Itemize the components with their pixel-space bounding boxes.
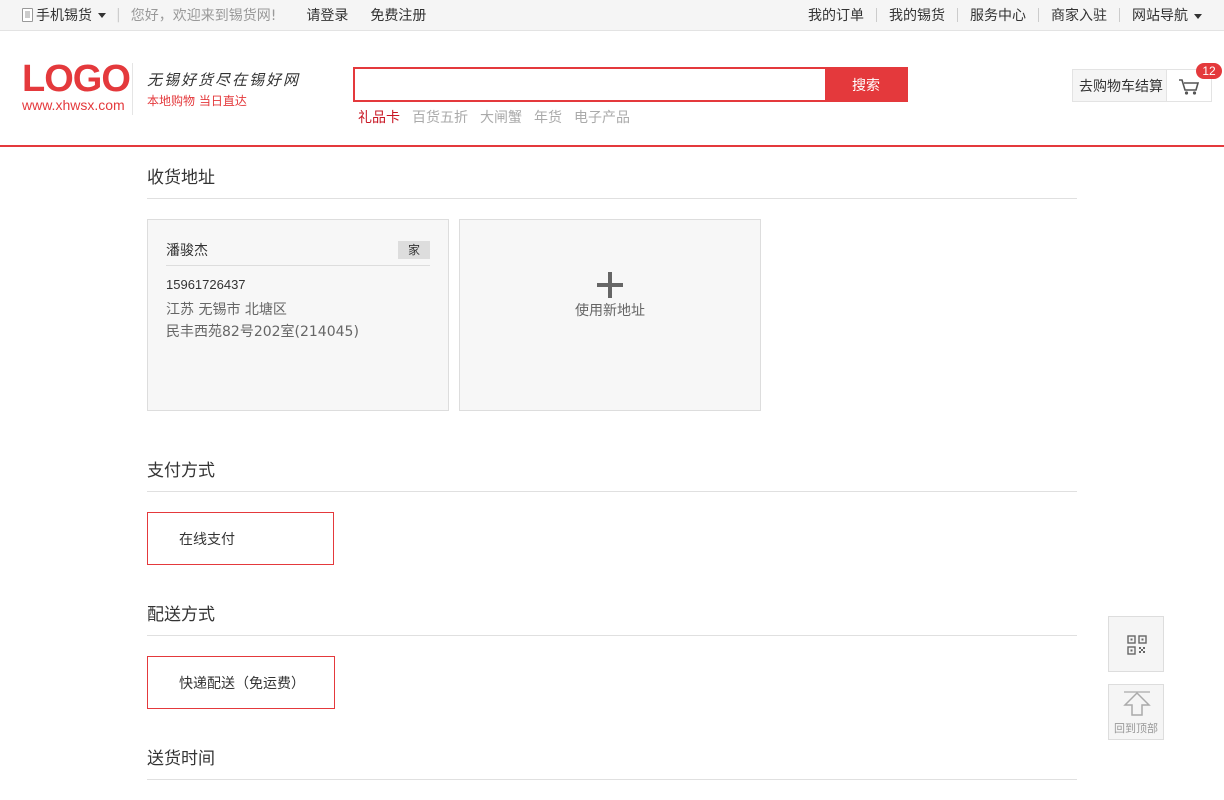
site-nav-label: 网站导航 (1132, 8, 1188, 24)
new-address-card[interactable]: 使用新地址 (459, 219, 761, 411)
payment-section-title: 支付方式 (147, 461, 215, 481)
logo-text: LOGO (22, 58, 131, 100)
address-section-title: 收货地址 (147, 168, 215, 188)
slogan-sub: 本地购物 当日直达 (147, 94, 247, 108)
top-bar-left: 手机锡货 | 您好，欢迎来到锡货网! 请登录 免费注册 (22, 0, 426, 30)
section-divider (147, 491, 1077, 492)
hot-keyword-link[interactable]: 礼品卡 (358, 107, 400, 127)
hot-keyword-link[interactable]: 年货 (534, 107, 562, 127)
qr-code-button[interactable] (1108, 616, 1164, 672)
service-center-link[interactable]: 服务中心 (958, 5, 1038, 25)
address-card[interactable]: 潘骏杰 家 15961726437 江苏 无锡市 北塘区 民丰西苑82号202室… (147, 219, 449, 411)
cart-count-badge: 12 (1196, 63, 1222, 79)
card-divider (166, 265, 430, 266)
top-bar-right: 我的订单 我的锡货 服务中心 商家入驻 网站导航 (796, 0, 1202, 30)
logo-url: www.xhwsx.com (22, 97, 125, 113)
slogan-main: 无锡好货尽在锡好网 (147, 71, 301, 89)
top-bar: 手机锡货 | 您好，欢迎来到锡货网! 请登录 免费注册 我的订单 我的锡货 服务… (0, 0, 1224, 31)
search-bar: 搜索 (353, 67, 908, 102)
hot-keyword-link[interactable]: 百货五折 (412, 107, 468, 127)
cart-label: 去购物车结算 (1079, 78, 1163, 95)
arrow-up-icon (1123, 691, 1151, 716)
slogan: 无锡好货尽在锡好网 本地购物 当日直达 (147, 69, 300, 109)
qr-code-icon (1127, 635, 1147, 655)
register-link[interactable]: 免费注册 (370, 5, 426, 25)
hot-keyword-link[interactable]: 电子产品 (574, 107, 630, 127)
delivery-section-title: 配送方式 (147, 605, 215, 625)
back-to-top-button[interactable]: 回到顶部 (1108, 684, 1164, 740)
chevron-down-icon[interactable] (98, 12, 106, 18)
recipient-phone: 15961726437 (166, 277, 246, 292)
new-address-label: 使用新地址 (575, 303, 645, 319)
address-region: 江苏 无锡市 北塘区 (166, 302, 287, 318)
search-input[interactable] (355, 69, 825, 100)
hot-keyword-link[interactable]: 大闸蟹 (480, 107, 522, 127)
site-nav-link[interactable]: 网站导航 (1120, 5, 1202, 25)
delivery-option-express[interactable]: 快递配送（免运费） (147, 656, 335, 709)
section-divider (147, 779, 1077, 780)
mobile-app-link[interactable]: 手机锡货 (36, 5, 92, 25)
hot-keywords: 礼品卡 百货五折 大闸蟹 年货 电子产品 (358, 107, 642, 127)
login-link[interactable]: 请登录 (306, 5, 348, 25)
merchant-join-link[interactable]: 商家入驻 (1039, 5, 1119, 25)
back-to-top-label: 回到顶部 (1114, 722, 1158, 735)
site-logo[interactable]: LOGO www.xhwsx.com (22, 58, 131, 113)
section-divider (147, 635, 1077, 636)
chevron-down-icon (1194, 13, 1202, 19)
header: LOGO www.xhwsx.com 无锡好货尽在锡好网 本地购物 当日直达 搜… (0, 31, 1224, 147)
search-button[interactable]: 搜索 (825, 68, 907, 101)
plus-icon (597, 272, 623, 298)
my-account-link[interactable]: 我的锡货 (877, 5, 957, 25)
recipient-name: 潘骏杰 (166, 243, 208, 259)
welcome-text: 您好，欢迎来到锡货网! (130, 8, 277, 24)
cart-button[interactable]: 去购物车结算 (1072, 69, 1212, 102)
mobile-phone-icon (22, 8, 33, 22)
logo-divider (132, 63, 133, 115)
address-street: 民丰西苑82号202室(214045) (166, 324, 359, 340)
divider: | (116, 7, 121, 23)
address-tag-badge: 家 (398, 241, 430, 259)
section-divider (147, 198, 1077, 199)
cart-icon (1179, 79, 1200, 95)
my-orders-link[interactable]: 我的订单 (796, 5, 876, 25)
payment-option-online[interactable]: 在线支付 (147, 512, 334, 565)
delivery-time-section-title: 送货时间 (147, 749, 215, 769)
